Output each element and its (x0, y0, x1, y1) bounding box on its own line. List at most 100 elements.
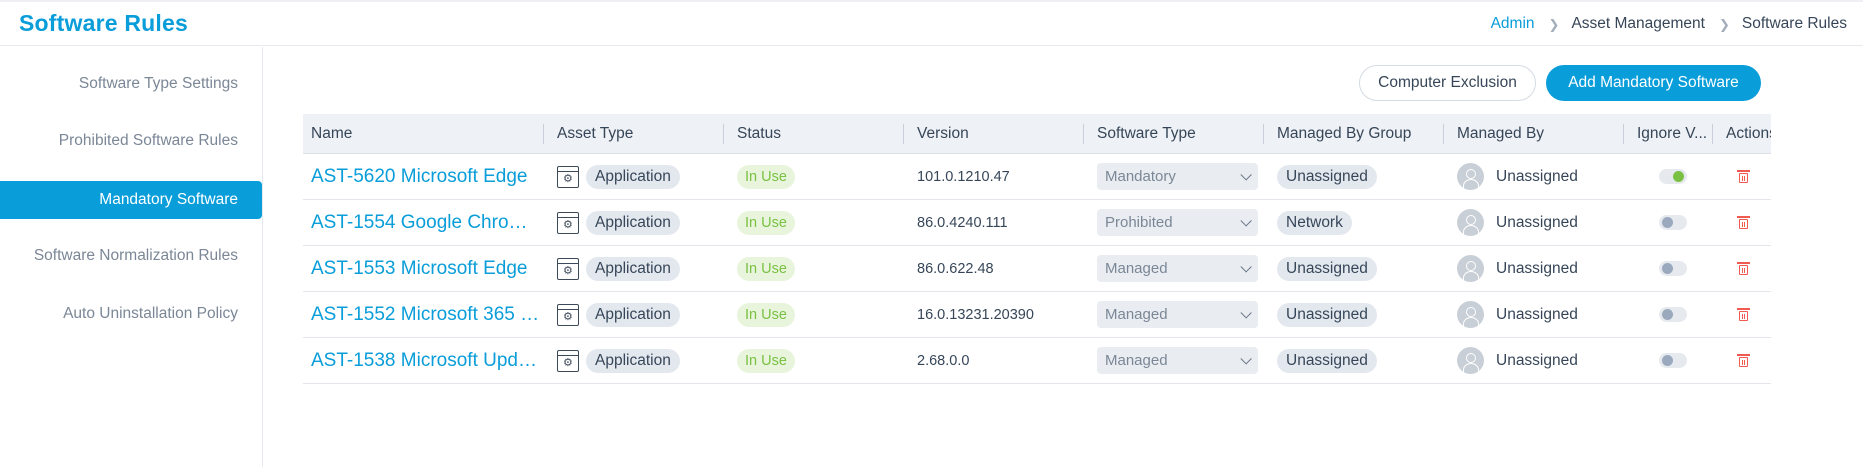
software-type-select[interactable]: Mandatory (1097, 163, 1258, 190)
software-type-select[interactable]: Managed (1097, 347, 1258, 374)
column-header-version[interactable]: Version (909, 114, 1079, 154)
trash-icon[interactable] (1737, 170, 1750, 183)
chevron-down-icon (1240, 260, 1252, 273)
software-name-link[interactable]: AST-1554 Google Chro… (311, 212, 528, 234)
sidebar-item-software-normalization-rules[interactable]: Software Normalization Rules (0, 237, 262, 275)
avatar (1457, 209, 1484, 236)
table-row: AST-1552 Microsoft 365 … ⚙ Application In… (303, 292, 1771, 338)
asset-type-badge: Application (586, 302, 680, 327)
column-header-status[interactable]: Status (729, 114, 899, 154)
application-icon: ⚙ (557, 257, 579, 280)
asset-type-badge: Application (586, 256, 680, 281)
column-divider (543, 124, 544, 144)
breadcrumb-software-rules: Software Rules (1741, 15, 1847, 32)
application-icon: ⚙ (557, 349, 579, 372)
column-header-asset-type[interactable]: Asset Type (549, 114, 719, 154)
chevron-right-icon: ❯ (1718, 17, 1730, 32)
table-row: AST-5620 Microsoft Edge ⚙ Application In … (303, 154, 1771, 200)
asset-type-badge: Application (586, 210, 680, 235)
application-icon: ⚙ (557, 303, 579, 326)
software-type-value: Prohibited (1105, 214, 1173, 231)
status-badge: In Use (737, 256, 795, 281)
version-text: 2.68.0.0 (917, 352, 970, 369)
software-name-link[interactable]: AST-1552 Microsoft 365 … (311, 304, 539, 326)
trash-icon[interactable] (1737, 308, 1750, 321)
ignore-version-toggle[interactable] (1659, 261, 1687, 276)
trash-icon[interactable] (1737, 262, 1750, 275)
column-header-managed-by[interactable]: Managed By (1449, 114, 1619, 154)
ignore-version-toggle[interactable] (1659, 215, 1687, 230)
column-divider (723, 124, 724, 144)
software-type-select[interactable]: Managed (1097, 255, 1258, 282)
application-icon: ⚙ (557, 211, 579, 234)
managed-by-group-badge: Unassigned (1277, 164, 1377, 189)
page-header: Software Rules Admin ❯ Asset Management … (0, 0, 1863, 46)
sidebar-item-auto-uninstallation-policy[interactable]: Auto Uninstallation Policy (0, 295, 262, 333)
column-divider (1712, 124, 1713, 144)
status-badge: In Use (737, 164, 795, 189)
column-header-managed-by-group[interactable]: Managed By Group (1269, 114, 1439, 154)
chevron-down-icon (1240, 168, 1252, 181)
version-text: 86.0.622.48 (917, 260, 994, 277)
table-header: Name Asset Type Status Version Software … (303, 114, 1771, 154)
column-header-name[interactable]: Name (303, 114, 543, 154)
breadcrumb-asset-management: Asset Management (1571, 15, 1705, 32)
version-text: 86.0.4240.111 (917, 214, 1008, 231)
software-type-value: Managed (1105, 352, 1168, 369)
managed-by-text: Unassigned (1496, 259, 1578, 277)
ignore-version-toggle[interactable] (1659, 353, 1687, 368)
managed-by-group-badge: Network (1277, 210, 1352, 235)
column-divider (1443, 124, 1444, 144)
trash-icon[interactable] (1737, 354, 1750, 367)
column-header-software-type[interactable]: Software Type (1089, 114, 1259, 154)
software-type-select[interactable]: Prohibited (1097, 209, 1258, 236)
column-divider (903, 124, 904, 144)
managed-by-group-badge: Unassigned (1277, 256, 1377, 281)
ignore-version-toggle[interactable] (1659, 307, 1687, 322)
software-name-link[interactable]: AST-1538 Microsoft Upd… (311, 350, 537, 372)
chevron-down-icon (1240, 352, 1252, 365)
column-divider (1623, 124, 1624, 144)
version-text: 16.0.13231.20390 (917, 306, 1034, 323)
avatar (1457, 163, 1484, 190)
version-text: 101.0.1210.47 (917, 168, 1010, 185)
table-row: AST-1554 Google Chro… ⚙ Application In Us… (303, 200, 1771, 246)
managed-by-text: Unassigned (1496, 213, 1578, 231)
managed-by-group-badge: Unassigned (1277, 348, 1377, 373)
managed-by-text: Unassigned (1496, 167, 1578, 185)
trash-icon[interactable] (1737, 216, 1750, 229)
status-badge: In Use (737, 348, 795, 373)
application-icon: ⚙ (557, 165, 579, 188)
sidebar-item-software-type-settings[interactable]: Software Type Settings (0, 65, 262, 103)
computer-exclusion-button[interactable]: Computer Exclusion (1359, 65, 1536, 101)
sidebar-item-prohibited-software-rules[interactable]: Prohibited Software Rules (0, 122, 262, 160)
column-divider (1083, 124, 1084, 144)
managed-by-text: Unassigned (1496, 351, 1578, 369)
add-mandatory-software-button[interactable]: Add Mandatory Software (1546, 65, 1761, 101)
software-type-select[interactable]: Managed (1097, 301, 1258, 328)
avatar (1457, 255, 1484, 282)
column-header-ignore-version[interactable]: Ignore V... (1629, 114, 1709, 154)
software-table: Name Asset Type Status Version Software … (303, 114, 1771, 384)
ignore-version-toggle[interactable] (1659, 169, 1687, 184)
chevron-down-icon (1240, 306, 1252, 319)
page-title: Software Rules (19, 10, 188, 36)
software-type-value: Managed (1105, 260, 1168, 277)
breadcrumb: Admin ❯ Asset Management ❯ Software Rule… (1491, 15, 1847, 33)
avatar (1457, 347, 1484, 374)
status-badge: In Use (737, 210, 795, 235)
software-type-value: Mandatory (1105, 168, 1176, 185)
managed-by-group-badge: Unassigned (1277, 302, 1377, 327)
chevron-right-icon: ❯ (1548, 17, 1560, 32)
chevron-down-icon (1240, 214, 1252, 227)
breadcrumb-admin[interactable]: Admin (1491, 15, 1535, 33)
asset-type-badge: Application (586, 164, 680, 189)
managed-by-text: Unassigned (1496, 305, 1578, 323)
sidebar-item-mandatory-software[interactable]: Mandatory Software (0, 181, 262, 219)
software-name-link[interactable]: AST-1553 Microsoft Edge (311, 258, 528, 280)
table-row: AST-1538 Microsoft Upd… ⚙ Application In … (303, 338, 1771, 384)
software-name-link[interactable]: AST-5620 Microsoft Edge (311, 166, 528, 188)
asset-type-badge: Application (586, 348, 680, 373)
sidebar: Software Type Settings Prohibited Softwa… (0, 47, 263, 467)
column-divider (1263, 124, 1264, 144)
